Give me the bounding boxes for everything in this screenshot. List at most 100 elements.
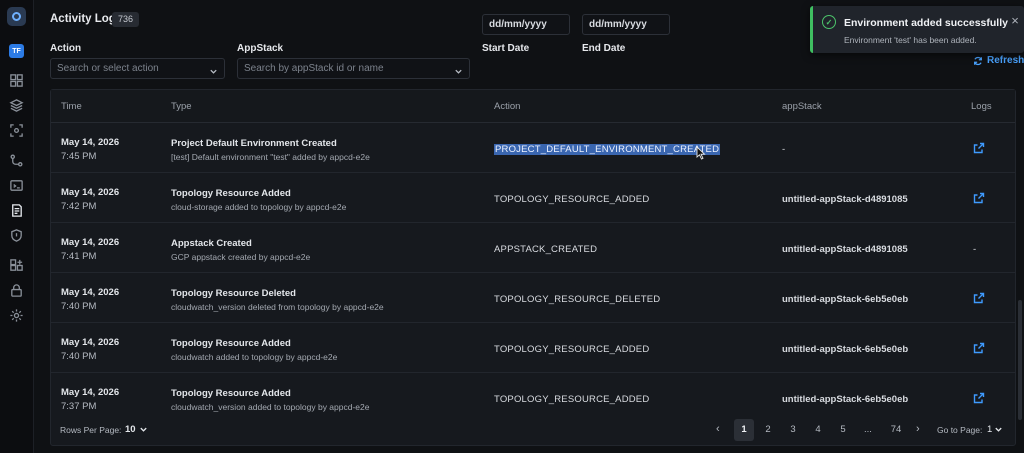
page-button-74[interactable]: 74 <box>886 419 906 441</box>
external-link-icon[interactable] <box>973 342 985 354</box>
check-circle-icon: ✓ <box>822 15 836 29</box>
refresh-icon <box>974 56 982 65</box>
start-date-label: Start Date <box>482 43 530 54</box>
row-time: 7:45 PM <box>61 151 97 162</box>
external-link-icon[interactable] <box>973 142 985 154</box>
rows-per-page-select[interactable]: 10 <box>125 424 148 435</box>
row-type-description: GCP appstack created by appcd-e2e <box>171 252 311 262</box>
toast-message: Environment 'test' has been added. <box>844 35 977 45</box>
row-type-title: Topology Resource Added <box>171 338 291 349</box>
row-action[interactable]: PROJECT_DEFAULT_ENVIRONMENT_CREATED <box>494 144 721 155</box>
go-to-page-select[interactable]: 1 <box>987 424 1003 435</box>
table-row: May 14, 2026 7:40 PM Topology Resource D… <box>51 273 1015 323</box>
workspace-avatar[interactable]: TF <box>9 44 24 58</box>
shield-icon[interactable] <box>9 228 24 243</box>
row-date: May 14, 2026 <box>61 387 120 398</box>
log-count-badge: 736 <box>112 12 140 27</box>
column-header-action: Action <box>494 101 521 112</box>
chevron-down-icon <box>995 427 1002 432</box>
table-row: May 14, 2026 7:42 PM Topology Resource A… <box>51 173 1015 223</box>
terminal-icon[interactable] <box>9 178 24 193</box>
row-type-title: Appstack Created <box>171 238 252 249</box>
external-link-icon[interactable] <box>973 392 985 404</box>
row-type-description: cloud-storage added to topology by appcd… <box>171 202 347 212</box>
column-header-type: Type <box>171 101 192 112</box>
chevron-down-icon <box>209 64 218 74</box>
action-filter-select[interactable]: Search or select action <box>50 58 225 79</box>
row-type-description: cloudwatch_version deleted from topology… <box>171 302 384 312</box>
next-page-icon[interactable]: › <box>916 423 920 435</box>
external-link-icon[interactable] <box>973 192 985 204</box>
page-scrollbar[interactable] <box>1018 300 1022 420</box>
mouse-cursor-icon <box>696 146 706 160</box>
layers-icon[interactable] <box>9 98 24 113</box>
row-appstack: - <box>782 144 786 155</box>
git-branch-icon[interactable] <box>9 153 24 168</box>
appstack-filter-select[interactable]: Search by appStack id or name <box>237 58 470 79</box>
dashboard-icon[interactable] <box>9 73 24 88</box>
success-toast: ✓ Environment added successfully Environ… <box>810 6 1024 53</box>
previous-page-icon[interactable]: ‹ <box>716 423 720 435</box>
refresh-button[interactable]: Refresh <box>973 55 1024 66</box>
row-appstack[interactable]: untitled-appStack-6eb5e0eb <box>782 394 908 405</box>
action-filter-placeholder: Search or select action <box>57 63 159 74</box>
row-action: TOPOLOGY_RESOURCE_DELETED <box>494 294 661 305</box>
go-to-page-value: 1 <box>987 424 993 435</box>
column-header-appstack: appStack <box>782 101 822 112</box>
page-button-3[interactable]: 3 <box>783 419 803 441</box>
lock-icon[interactable] <box>9 283 24 298</box>
end-date-label: End Date <box>582 43 626 54</box>
row-action: TOPOLOGY_RESOURCE_ADDED <box>494 394 650 405</box>
logs-icon[interactable] <box>9 203 24 218</box>
table-row: May 14, 2026 7:41 PM Appstack Created GC… <box>51 223 1015 273</box>
scan-icon[interactable] <box>9 123 24 138</box>
table-row: May 14, 2026 7:40 PM Topology Resource A… <box>51 323 1015 373</box>
row-time: 7:40 PM <box>61 351 97 362</box>
column-header-time: Time <box>61 101 82 112</box>
close-icon[interactable]: × <box>1009 14 1021 27</box>
row-type-title: Topology Resource Added <box>171 188 291 199</box>
appstack-filter-placeholder: Search by appStack id or name <box>244 63 384 74</box>
row-date: May 14, 2026 <box>61 337 120 348</box>
go-to-page-label: Go to Page: <box>937 425 983 435</box>
end-date-input[interactable]: dd/mm/yyyy <box>582 14 670 35</box>
row-time: 7:41 PM <box>61 251 97 262</box>
row-date: May 14, 2026 <box>61 187 120 198</box>
page-ellipsis: ... <box>864 424 872 435</box>
row-appstack[interactable]: untitled-appStack-6eb5e0eb <box>782 294 908 305</box>
rows-per-page-label: Rows Per Page: <box>60 425 122 435</box>
activity-logs-table: Time Type Action appStack Logs May 14, 2… <box>50 89 1016 446</box>
external-link-icon[interactable] <box>973 292 985 304</box>
app-logo[interactable] <box>7 7 26 26</box>
row-appstack[interactable]: untitled-appStack-d4891085 <box>782 244 908 255</box>
row-time: 7:42 PM <box>61 201 97 212</box>
row-action: TOPOLOGY_RESOURCE_ADDED <box>494 344 650 355</box>
row-appstack[interactable]: untitled-appStack-6eb5e0eb <box>782 344 908 355</box>
row-appstack[interactable]: untitled-appStack-d4891085 <box>782 194 908 205</box>
sidebar: TF <box>0 0 34 453</box>
row-type-description: [test] Default environment "test" added … <box>171 152 370 162</box>
appstack-filter-label: AppStack <box>237 43 284 54</box>
page-button-1[interactable]: 1 <box>734 419 754 441</box>
row-type-description: cloudwatch added to topology by appcd-e2… <box>171 352 338 362</box>
row-date: May 14, 2026 <box>61 287 120 298</box>
start-date-input[interactable]: dd/mm/yyyy <box>482 14 570 35</box>
table-row: May 14, 2026 7:45 PM Project Default Env… <box>51 123 1015 173</box>
integrations-icon[interactable] <box>9 258 24 273</box>
row-type-title: Topology Resource Deleted <box>171 288 296 299</box>
action-filter-label: Action <box>50 43 82 54</box>
settings-icon[interactable] <box>9 308 24 323</box>
row-date: May 14, 2026 <box>61 137 120 148</box>
page-button-4[interactable]: 4 <box>808 419 828 441</box>
row-type-title: Topology Resource Added <box>171 388 291 399</box>
row-time: 7:37 PM <box>61 401 97 412</box>
toast-title: Environment added successfully <box>844 17 1008 29</box>
row-action: APPSTACK_CREATED <box>494 244 598 255</box>
page-button-5[interactable]: 5 <box>833 419 853 441</box>
chevron-down-icon <box>139 427 147 432</box>
page-button-2[interactable]: 2 <box>758 419 778 441</box>
row-time: 7:40 PM <box>61 301 97 312</box>
row-date: May 14, 2026 <box>61 237 120 248</box>
row-type-description: cloudwatch_version added to topology by … <box>171 402 370 412</box>
row-type-title: Project Default Environment Created <box>171 138 337 149</box>
